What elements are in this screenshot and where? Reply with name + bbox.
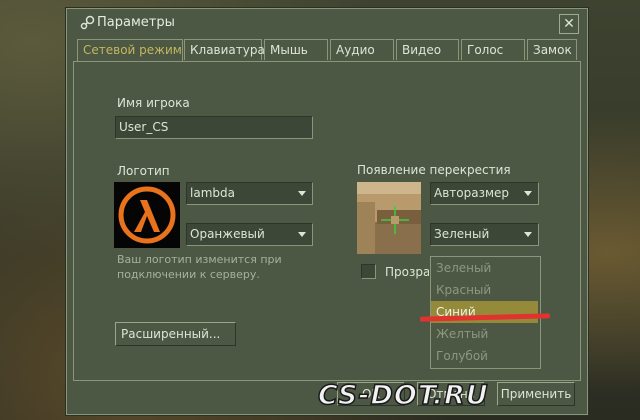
tab-video[interactable]: Видео xyxy=(396,39,459,60)
player-name-field[interactable]: User_CS xyxy=(115,116,313,139)
half-life-lambda-logo xyxy=(114,182,180,248)
dropdown-option-green[interactable]: Зеленый xyxy=(431,257,538,279)
tab-voice[interactable]: Голос xyxy=(461,39,525,60)
tab-audio[interactable]: Аудио xyxy=(330,39,394,60)
chevron-down-icon xyxy=(524,191,532,196)
crosshair-color-value: Зеленый xyxy=(434,227,490,241)
tab-keyboard[interactable]: Клавиатура xyxy=(184,39,265,60)
logo-hint: Ваш логотип изменится при подключении к … xyxy=(117,252,282,282)
close-button[interactable]: ✕ xyxy=(559,14,579,34)
crosshair-color-select[interactable]: Зеленый xyxy=(430,223,539,246)
options-dialog: Параметры ✕ Сетевой режим Клавиатура Мыш… xyxy=(66,8,588,415)
chevron-down-icon xyxy=(298,191,306,196)
apply-button[interactable]: Применить xyxy=(497,382,575,406)
crosshair-transparent-label: Прозрачный xyxy=(385,265,429,279)
steam-icon xyxy=(80,15,95,30)
advanced-button[interactable]: Расширенный... xyxy=(115,322,236,346)
dropdown-option-yellow[interactable]: Желтый xyxy=(431,323,538,345)
logo-color-select[interactable]: Оранжевый xyxy=(186,223,313,246)
dialog-title: Параметры xyxy=(97,15,175,30)
chevron-down-icon xyxy=(298,232,306,237)
title-bar[interactable]: Параметры ✕ xyxy=(67,9,587,37)
logo-label: Логотип xyxy=(117,164,170,178)
site-watermark: CS-DOT.RU xyxy=(317,379,489,412)
logo-color-value: Оранжевый xyxy=(190,227,265,241)
crosshair-size-value: Авторазмер xyxy=(434,186,510,200)
player-name-label: Имя игрока xyxy=(117,96,190,110)
logo-image-value: lambda xyxy=(190,186,235,200)
dropdown-option-cyan[interactable]: Голубой xyxy=(431,345,538,367)
crosshair-label: Появление перекрестия xyxy=(357,163,511,177)
tab-multiplayer[interactable]: Сетевой режим xyxy=(77,39,183,62)
logo-hint-line-2: подключении к серверу. xyxy=(117,268,260,281)
crosshair-transparent-checkbox[interactable] xyxy=(361,264,376,279)
tab-lock[interactable]: Замок xyxy=(527,39,577,60)
logo-hint-line-1: Ваш логотип изменится при xyxy=(117,253,282,266)
logo-image-select[interactable]: lambda xyxy=(186,182,313,205)
crosshair-size-select[interactable]: Авторазмер xyxy=(430,182,539,205)
close-icon: ✕ xyxy=(563,16,575,32)
chevron-down-icon xyxy=(524,232,532,237)
crosshair-color-dropdown: Зеленый Красный Синий Желтый Голубой xyxy=(430,256,541,369)
tab-mouse[interactable]: Мышь xyxy=(264,39,328,60)
crosshair-preview xyxy=(357,182,421,254)
dropdown-option-red[interactable]: Красный xyxy=(431,279,538,301)
